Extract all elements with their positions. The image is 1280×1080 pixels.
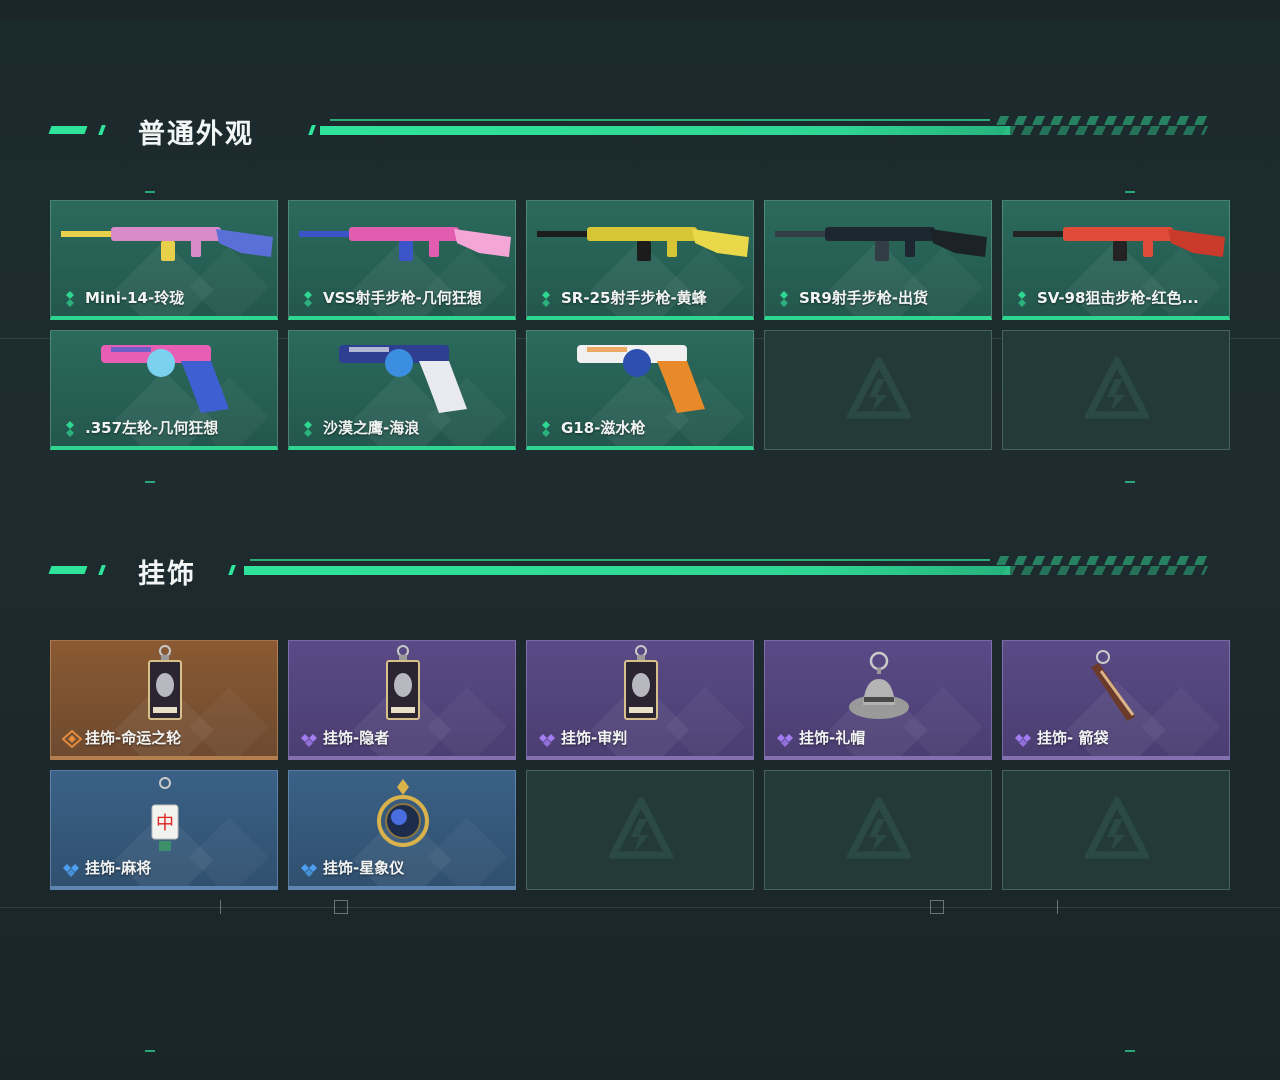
tarot-card-charm-icon bbox=[527, 641, 753, 729]
corner-tick bbox=[1125, 191, 1135, 193]
item-name: 挂饰-命运之轮 bbox=[85, 729, 182, 747]
header-thin-line bbox=[250, 559, 990, 561]
skin-card[interactable]: SR-25射手步枪-黄蜂 bbox=[526, 200, 754, 320]
charm-card[interactable]: 挂饰-隐者 bbox=[288, 640, 516, 760]
charm-card[interactable]: 挂饰-审判 bbox=[526, 640, 754, 760]
svg-text:中: 中 bbox=[156, 813, 174, 834]
header-checker bbox=[993, 566, 1209, 575]
item-name: .357左轮-几何狂想 bbox=[85, 419, 219, 437]
game-logo-icon bbox=[845, 793, 913, 861]
charm-card[interactable]: 挂饰-命运之轮 bbox=[50, 640, 278, 760]
item-name: Mini-14-玲珑 bbox=[85, 289, 185, 307]
rarity-icon bbox=[539, 420, 553, 438]
item-name: 沙漠之鹰-海浪 bbox=[323, 419, 420, 437]
rifle-icon bbox=[765, 201, 991, 289]
header-dash bbox=[48, 126, 88, 134]
skin-card[interactable]: .357左轮-几何狂想 bbox=[50, 330, 278, 450]
rarity-icon bbox=[61, 729, 83, 749]
rarity-icon bbox=[1015, 290, 1029, 308]
rarity-icon bbox=[775, 730, 793, 748]
rifle-icon bbox=[289, 201, 515, 289]
corner-tick bbox=[145, 191, 155, 193]
item-name: VSS射手步枪-几何狂想 bbox=[323, 289, 482, 307]
item-name: 挂饰-麻将 bbox=[85, 859, 152, 877]
charm-card[interactable]: 挂饰-星象仪 bbox=[288, 770, 516, 890]
charm-card[interactable]: 挂饰- 箭袋 bbox=[1002, 640, 1230, 760]
rarity-icon bbox=[63, 420, 77, 438]
rarity-icon bbox=[537, 730, 555, 748]
item-name: 挂饰-礼帽 bbox=[799, 729, 866, 747]
item-name: 挂饰-审判 bbox=[561, 729, 628, 747]
rarity-icon bbox=[301, 290, 315, 308]
decor-bar bbox=[220, 900, 221, 914]
rarity-icon bbox=[299, 860, 317, 878]
mahjong-charm-icon: 中 bbox=[51, 771, 277, 859]
tarot-card-charm-icon bbox=[51, 641, 277, 729]
pistol-icon bbox=[527, 331, 753, 419]
skin-card[interactable]: SV-98狙击步枪-红色... bbox=[1002, 200, 1230, 320]
rarity-icon bbox=[299, 730, 317, 748]
skin-card[interactable]: Mini-14-玲珑 bbox=[50, 200, 278, 320]
rarity-icon bbox=[1013, 730, 1031, 748]
section-title: 普通外观 bbox=[138, 119, 254, 150]
item-name: 挂饰-星象仪 bbox=[323, 859, 405, 877]
header-slash bbox=[228, 565, 236, 575]
item-name: G18-滋水枪 bbox=[561, 419, 646, 437]
rarity-icon bbox=[63, 290, 77, 308]
decor-square bbox=[334, 900, 348, 914]
header-thin-line bbox=[330, 119, 990, 121]
hat-charm-icon bbox=[765, 641, 991, 729]
game-logo-icon bbox=[607, 793, 675, 861]
revolver-icon bbox=[51, 331, 277, 419]
empty-slot bbox=[1002, 770, 1230, 890]
decor-bar bbox=[1057, 900, 1058, 914]
header-dash bbox=[48, 566, 88, 574]
charm-card[interactable]: 中 挂饰-麻将 bbox=[50, 770, 278, 890]
skin-card[interactable]: VSS射手步枪-几何狂想 bbox=[288, 200, 516, 320]
rarity-icon bbox=[301, 420, 315, 438]
tarot-card-charm-icon bbox=[289, 641, 515, 729]
quiver-charm-icon bbox=[1003, 641, 1229, 729]
rifle-icon bbox=[527, 201, 753, 289]
corner-tick bbox=[145, 481, 155, 483]
item-name: 挂饰-隐者 bbox=[323, 729, 390, 747]
skin-card[interactable]: 沙漠之鹰-海浪 bbox=[288, 330, 516, 450]
rarity-icon bbox=[777, 290, 791, 308]
decor-square bbox=[930, 900, 944, 914]
section-header-charms: 挂饰 bbox=[0, 550, 1280, 590]
item-name: SR-25射手步枪-黄蜂 bbox=[561, 289, 707, 307]
section-header-skins: 普通外观 bbox=[0, 110, 1280, 150]
decor-line bbox=[0, 907, 1280, 908]
header-bar bbox=[244, 566, 1010, 575]
game-logo-icon bbox=[1083, 793, 1151, 861]
empty-slot bbox=[526, 770, 754, 890]
rarity-icon bbox=[61, 860, 79, 878]
corner-tick bbox=[145, 1050, 155, 1052]
charm-card[interactable]: 挂饰-礼帽 bbox=[764, 640, 992, 760]
rifle-icon bbox=[51, 201, 277, 289]
empty-slot bbox=[764, 330, 992, 450]
empty-slot bbox=[764, 770, 992, 890]
astrolabe-charm-icon bbox=[289, 771, 515, 859]
skin-card[interactable]: G18-滋水枪 bbox=[526, 330, 754, 450]
header-bar bbox=[320, 126, 1010, 135]
empty-slot bbox=[1002, 330, 1230, 450]
pistol-icon bbox=[289, 331, 515, 419]
item-name: SV-98狙击步枪-红色... bbox=[1037, 289, 1199, 307]
corner-tick bbox=[1125, 1050, 1135, 1052]
sniper-icon bbox=[1003, 201, 1229, 289]
item-name: SR9射手步枪-出货 bbox=[799, 289, 929, 307]
header-slash bbox=[308, 125, 316, 135]
skin-card[interactable]: SR9射手步枪-出货 bbox=[764, 200, 992, 320]
item-name: 挂饰- 箭袋 bbox=[1037, 729, 1109, 747]
game-logo-icon bbox=[845, 353, 913, 421]
header-dash bbox=[98, 125, 106, 135]
section-title: 挂饰 bbox=[138, 559, 196, 590]
corner-tick bbox=[1125, 481, 1135, 483]
header-dash bbox=[98, 565, 106, 575]
game-logo-icon bbox=[1083, 353, 1151, 421]
top-band bbox=[0, 0, 1280, 20]
header-checker bbox=[993, 126, 1209, 135]
rarity-icon bbox=[539, 290, 553, 308]
